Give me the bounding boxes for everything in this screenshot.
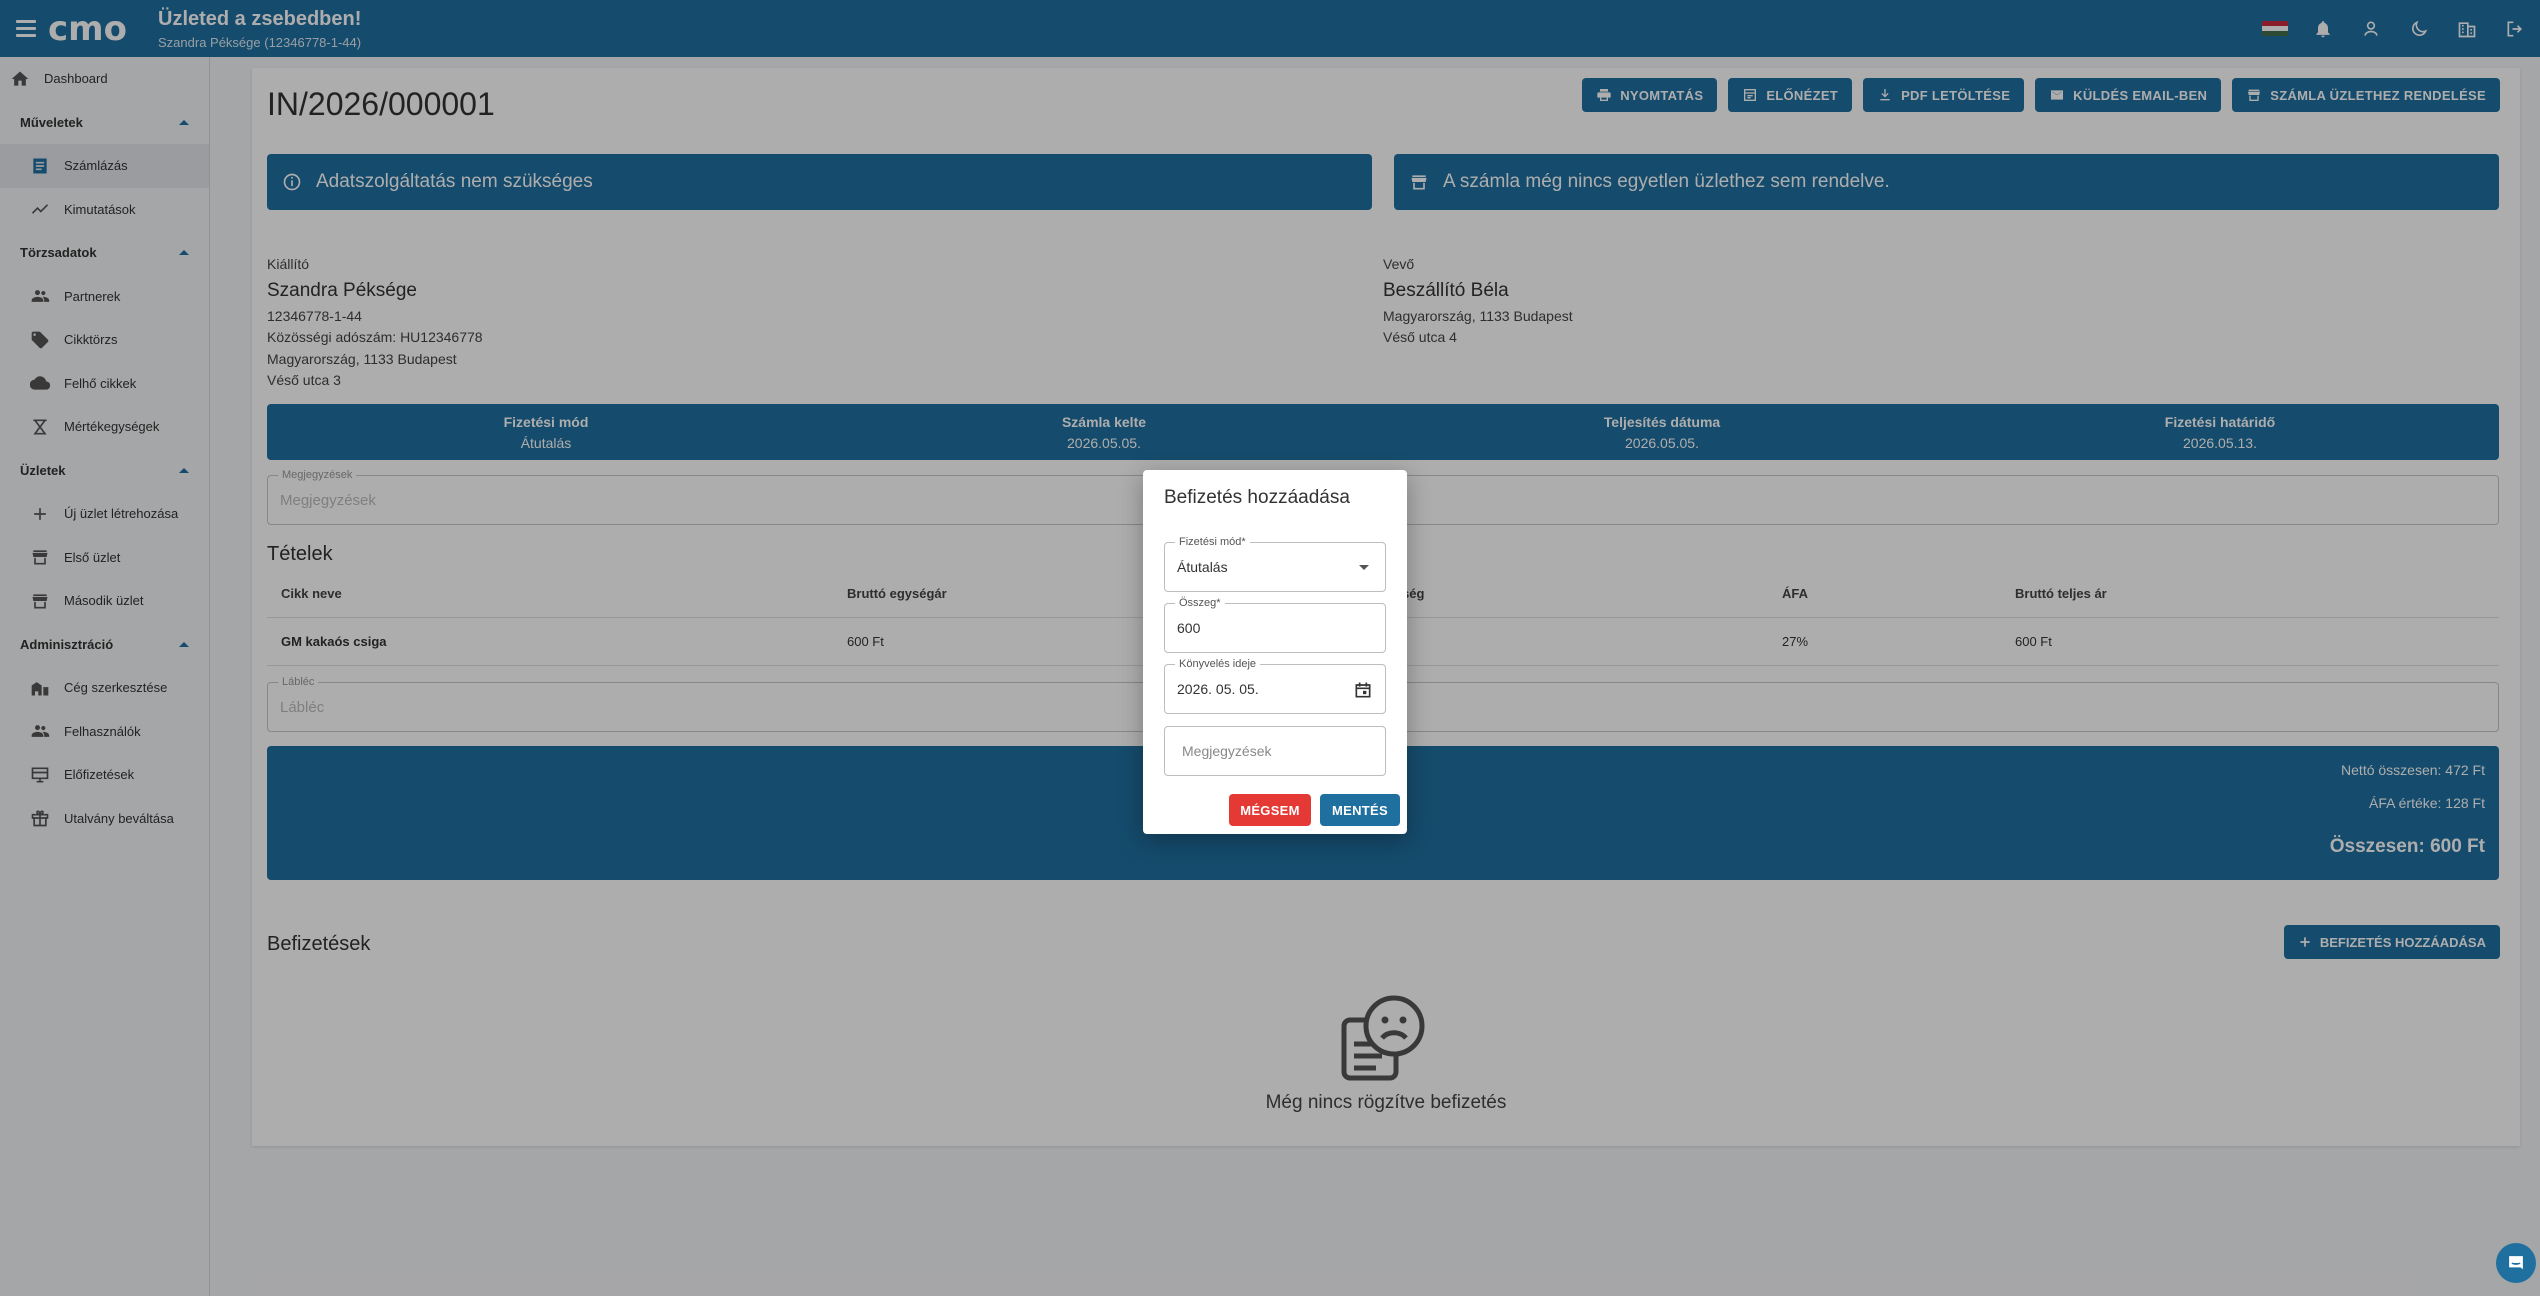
booking-date-value: 2026. 05. 05. (1177, 681, 1259, 697)
chat-icon (2507, 1254, 2525, 1272)
calendar-icon[interactable] (1353, 680, 1373, 700)
dialog-notes-placeholder: Megjegyzések (1182, 743, 1272, 759)
payment-method-value: Átutalás (1177, 559, 1228, 575)
amount-label: Összeg* (1175, 597, 1225, 609)
add-payment-dialog: Befizetés hozzáadása Fizetési mód* Átuta… (1143, 470, 1407, 834)
booking-date-label: Könyvelés ideje (1175, 658, 1261, 670)
dialog-title: Befizetés hozzáadása (1164, 487, 1350, 508)
amount-field[interactable]: Összeg* 600 (1164, 597, 1386, 653)
payment-method-select[interactable]: Fizetési mód* Átutalás (1164, 536, 1386, 592)
dropdown-arrow-icon (1359, 565, 1369, 570)
chat-button[interactable] (2496, 1243, 2536, 1283)
payment-method-label: Fizetési mód* (1175, 536, 1250, 548)
booking-date-field[interactable]: Könyvelés ideje 2026. 05. 05. (1164, 658, 1386, 714)
dialog-notes-field[interactable]: Megjegyzések (1164, 726, 1386, 776)
amount-value: 600 (1177, 620, 1201, 636)
cancel-button[interactable]: MÉGSEM (1229, 794, 1311, 826)
save-button[interactable]: MENTÉS (1320, 794, 1400, 826)
